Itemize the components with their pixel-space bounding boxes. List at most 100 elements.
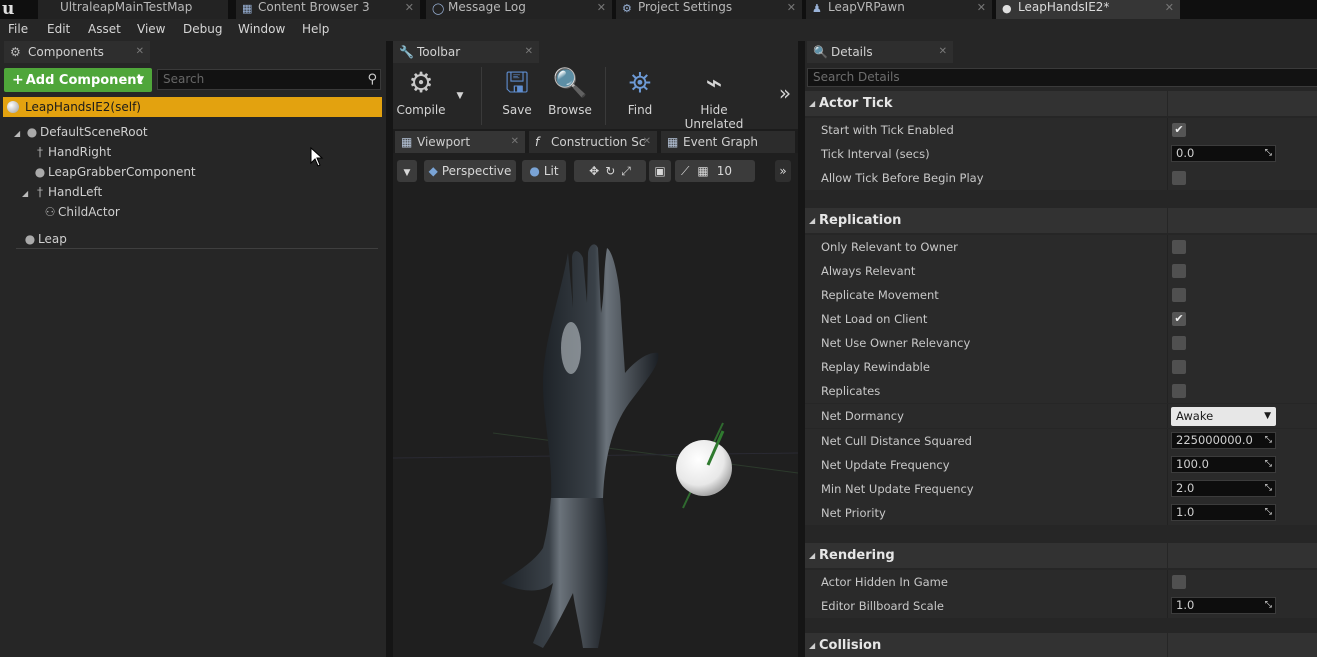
surface-snap-icon[interactable]: ⟋ (681, 164, 689, 178)
close-icon[interactable]: ✕ (939, 41, 947, 63)
details-tab[interactable]: 🔍 Details ✕ (807, 41, 953, 63)
net-update-frequency-input[interactable]: 100.0 ⤡ (1171, 456, 1276, 473)
prop-row-replicate-movement: Replicate Movement ✔ (805, 283, 1317, 307)
search-icon[interactable]: ⚲ (367, 70, 377, 89)
perspective-button[interactable]: ◆ Perspective (424, 160, 516, 182)
prop-row-allow-tick-before-begin-play: Allow Tick Before Begin Play ✔ (805, 166, 1317, 190)
doc-tab-leapvrpawn[interactable]: ♟ LeapVRPawn ✕ (806, 0, 992, 19)
compile-button[interactable]: ⚙ Compile (395, 65, 447, 117)
only-relevant-to-owner-checkbox[interactable]: ✔ (1172, 240, 1186, 254)
viewport-overflow-chevron-icon[interactable]: » (775, 160, 791, 182)
menu-edit[interactable]: Edit (47, 22, 70, 36)
compile-options-dropdown[interactable]: ▼ (453, 87, 467, 101)
scene-sphere-icon: ● (26, 125, 38, 139)
replicate-movement-checkbox[interactable]: ✔ (1172, 288, 1186, 302)
net-dormancy-select[interactable]: Awake ▼ (1171, 407, 1276, 426)
close-icon[interactable]: ✕ (511, 131, 519, 153)
tree-item-handright[interactable]: † HandRight (32, 143, 111, 161)
prop-label: Only Relevant to Owner (821, 240, 958, 254)
tree-item-leap[interactable]: ● Leap (22, 230, 67, 248)
grid-snap-icon[interactable]: ▦ (697, 164, 708, 178)
browse-button[interactable]: 🔍 Browse (545, 65, 595, 117)
find-button[interactable]: ⛯ Find (617, 65, 663, 117)
net-use-owner-relevancy-checkbox[interactable]: ✔ (1172, 336, 1186, 350)
category-replication[interactable]: ◢ Replication (805, 208, 1317, 233)
replicates-checkbox[interactable]: ✔ (1172, 384, 1186, 398)
tree-item-leapgrabbercomponent[interactable]: ● LeapGrabberComponent (32, 163, 196, 181)
browse-label: Browse (548, 103, 592, 117)
compile-gear-icon: ⚙ (408, 66, 434, 99)
tab-construction-script[interactable]: f Construction Sc ✕ (529, 131, 657, 153)
rotate-icon[interactable]: ↻ (605, 164, 615, 178)
tree-item-childactor[interactable]: ⚇ ChildActor (42, 203, 120, 221)
doc-tab-ultraleapmaintestmap[interactable]: UltraleapMainTestMap (38, 0, 228, 19)
viewport-canvas[interactable]: ▼ ◆ Perspective ● Lit ✥ ↻ ⤢ ▣ ⟋ ▦ 10 » (393, 153, 798, 657)
close-icon[interactable]: ✕ (136, 41, 144, 63)
column-divider (1167, 633, 1168, 657)
tick-interval-input[interactable]: 0.0 ⤡ (1171, 145, 1276, 162)
viewport-options-dropdown[interactable]: ▼ (397, 160, 417, 182)
add-component-label: Add Component (25, 73, 143, 88)
hide-unrelated-button[interactable]: ⌁ Hide Unrelated (671, 65, 757, 131)
close-icon[interactable]: ✕ (597, 0, 606, 15)
expand-triangle-icon[interactable]: ◢ (14, 125, 24, 143)
allow-tick-before-begin-play-checkbox[interactable]: ✔ (1172, 171, 1186, 185)
close-icon[interactable]: ✕ (787, 0, 796, 15)
editor-billboard-scale-input[interactable]: 1.0 ⤡ (1171, 597, 1276, 614)
close-icon[interactable]: ✕ (977, 0, 986, 15)
add-component-button[interactable]: + Add Component ▼ (4, 68, 152, 92)
close-icon[interactable]: ✕ (643, 131, 651, 153)
components-tab-label: Components (28, 45, 104, 59)
toolbar-tab[interactable]: 🔧 Toolbar ✕ (393, 41, 539, 63)
hide-unrelated-label: Hide Unrelated (684, 103, 744, 131)
close-icon[interactable]: ✕ (1165, 0, 1174, 15)
unreal-logo-icon[interactable]: u (2, 0, 22, 19)
menu-asset[interactable]: Asset (88, 22, 121, 36)
close-icon[interactable]: ✕ (405, 0, 414, 15)
column-divider (1167, 453, 1168, 477)
tree-item-label: HandLeft (48, 185, 103, 199)
menu-file[interactable]: File (8, 22, 28, 36)
translate-icon[interactable]: ✥ (589, 164, 599, 178)
menu-help[interactable]: Help (302, 22, 329, 36)
doc-tab-project-settings[interactable]: ⚙ Project Settings ✕ (616, 0, 802, 19)
doc-tab-message-log[interactable]: ◯ Message Log ✕ (426, 0, 612, 19)
category-collision[interactable]: ◢ Collision (805, 633, 1317, 657)
tab-event-graph[interactable]: ▦ Event Graph (661, 131, 795, 153)
always-relevant-checkbox[interactable]: ✔ (1172, 264, 1186, 278)
components-search-input[interactable]: Search ⚲ (157, 69, 381, 90)
net-priority-input[interactable]: 1.0 ⤡ (1171, 504, 1276, 521)
tree-item-defaultsceneroot[interactable]: ◢ ● DefaultSceneRoot (14, 123, 148, 141)
toolbar-overflow-chevron-icon[interactable]: » (775, 81, 795, 105)
hide-unrelated-nodes-icon: ⌁ (705, 66, 723, 99)
actor-hidden-in-game-checkbox[interactable]: ✔ (1172, 575, 1186, 589)
start-with-tick-enabled-checkbox[interactable]: ✔ (1172, 123, 1186, 137)
net-load-on-client-checkbox[interactable]: ✔ (1172, 312, 1186, 326)
close-icon[interactable]: ✕ (525, 41, 533, 63)
toolbar-tab-label: Toolbar (417, 45, 461, 59)
tree-item-handleft[interactable]: ◢ † HandLeft (22, 183, 102, 201)
category-rendering[interactable]: ◢ Rendering (805, 543, 1317, 568)
replay-rewindable-checkbox[interactable]: ✔ (1172, 360, 1186, 374)
world-local-toggle[interactable]: ▣ (649, 160, 671, 182)
expand-triangle-icon[interactable]: ◢ (22, 185, 32, 203)
min-net-update-frequency-input[interactable]: 2.0 ⤡ (1171, 480, 1276, 497)
doc-tab-content-browser[interactable]: ▦ Content Browser 3 ✕ (236, 0, 420, 19)
net-cull-distance-input[interactable]: 225000000.0 ⤡ (1171, 432, 1276, 449)
menu-debug[interactable]: Debug (183, 22, 222, 36)
doc-tab-leaphandsie2[interactable]: ● LeapHandsIE2* ✕ (996, 0, 1180, 19)
self-component-row[interactable]: LeapHandsIE2(self) (3, 97, 382, 117)
tab-viewport[interactable]: ▦ Viewport ✕ (395, 131, 525, 153)
category-actor-tick[interactable]: ◢ Actor Tick (805, 91, 1317, 116)
scale-icon[interactable]: ⤢ (621, 164, 631, 178)
lit-button[interactable]: ● Lit (522, 160, 566, 182)
details-body: Search Details ◢ Actor Tick Start with T… (805, 63, 1317, 657)
save-button[interactable]: 🖫 Save (497, 65, 537, 117)
details-search-input[interactable]: Search Details (807, 68, 1317, 87)
components-tab[interactable]: ⚙ Components ✕ (4, 41, 150, 63)
grid-size-value[interactable]: 10 (717, 164, 732, 178)
menu-window[interactable]: Window (238, 22, 285, 36)
chevron-down-icon: ▼ (137, 75, 144, 85)
menu-view[interactable]: View (137, 22, 165, 36)
doc-tab-label: Project Settings (638, 0, 733, 14)
